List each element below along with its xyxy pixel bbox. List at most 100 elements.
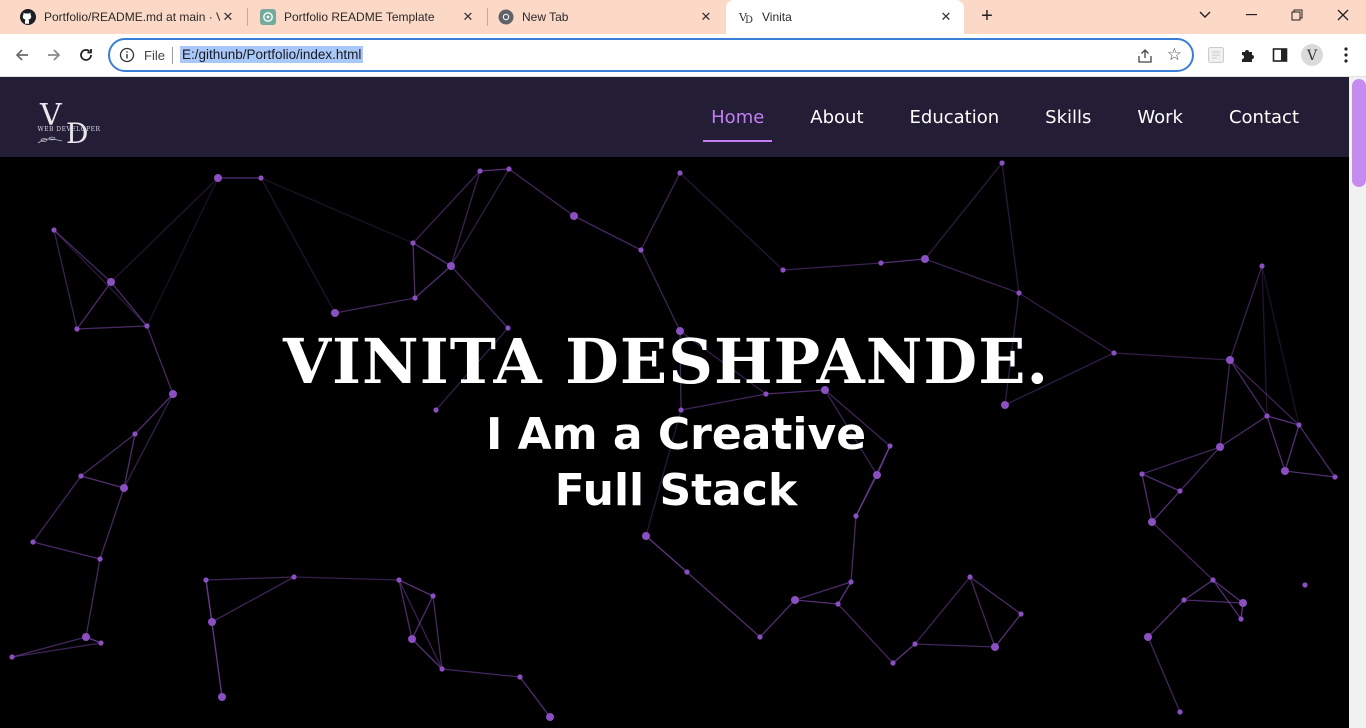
network-line — [759, 599, 796, 638]
scrollbar[interactable] — [1349, 77, 1366, 728]
network-line — [924, 258, 1020, 294]
network-node — [677, 170, 683, 176]
network-node — [430, 593, 436, 599]
network-line — [76, 281, 112, 330]
network-node — [780, 267, 786, 273]
network-line — [205, 579, 213, 623]
close-icon[interactable]: ✕ — [460, 9, 476, 25]
svg-text:V: V — [1306, 48, 1318, 64]
network-node — [439, 666, 445, 672]
network-line — [411, 595, 434, 640]
network-node — [967, 574, 973, 580]
network-line — [837, 603, 894, 664]
network-node — [51, 227, 57, 233]
network-line — [110, 177, 219, 283]
site-navbar: V D WEB DEVELOPER Home About Education S… — [0, 77, 1349, 157]
network-line — [412, 242, 452, 267]
puzzle-icon[interactable] — [1236, 43, 1260, 67]
browser-toolbar: File E:/githunb/Portfolio/index.html ☆ V — [0, 34, 1366, 77]
network-line — [53, 229, 148, 327]
network-line — [334, 297, 416, 314]
network-line — [782, 262, 882, 271]
scheme-label: File — [144, 48, 165, 63]
tab-title: Vinita — [762, 10, 792, 24]
menu-kebab-icon[interactable] — [1334, 43, 1358, 67]
tab-title: New Tab — [522, 10, 569, 24]
network-line — [398, 579, 443, 670]
network-node — [999, 160, 1005, 166]
network-node — [638, 247, 644, 253]
bookmark-star-icon[interactable]: ☆ — [1167, 45, 1182, 65]
network-line — [880, 258, 926, 264]
profile-avatar[interactable]: V — [1300, 43, 1324, 67]
network-line — [640, 249, 681, 332]
network-node — [98, 640, 104, 646]
close-icon[interactable]: ✕ — [698, 9, 714, 25]
hero-section: VINITA DESHPANDE. I Am a Creative Full S… — [0, 157, 1349, 728]
nav-work[interactable]: Work — [1129, 101, 1191, 134]
network-line — [211, 576, 295, 623]
back-button[interactable] — [8, 41, 36, 69]
reload-button[interactable] — [72, 41, 100, 69]
tab-readme-template[interactable]: Portfolio README Template ✕ — [240, 0, 486, 34]
tab-search-icon[interactable] — [1182, 0, 1228, 30]
hero-tagline-line-1: I Am a Creative — [485, 409, 867, 460]
url-text[interactable]: E:/githunb/Portfolio/index.html — [180, 46, 364, 63]
info-icon[interactable] — [119, 47, 135, 63]
github-icon — [20, 9, 36, 25]
network-node — [570, 212, 578, 220]
restore-button[interactable] — [1274, 0, 1320, 30]
address-bar[interactable]: File E:/githunb/Portfolio/index.html ☆ — [108, 38, 1194, 72]
network-line — [1212, 579, 1242, 620]
tab-new-tab[interactable]: New Tab ✕ — [478, 0, 724, 34]
hero-tagline-line-2: Full Stack — [554, 465, 798, 516]
network-node — [258, 175, 264, 181]
network-node — [214, 174, 222, 182]
tab-github-readme[interactable]: Portfolio/README.md at main · V ✕ — [0, 0, 246, 34]
nav-home[interactable]: Home — [703, 101, 773, 142]
network-node — [991, 643, 999, 651]
network-node — [1239, 599, 1247, 607]
side-panel-icon[interactable] — [1268, 43, 1292, 67]
network-node — [97, 556, 103, 562]
chatgpt-icon — [260, 9, 276, 25]
network-line — [1147, 599, 1185, 638]
network-line — [679, 172, 784, 271]
network-line — [53, 229, 78, 330]
network-line — [892, 643, 916, 664]
network-line — [412, 242, 416, 299]
scrollbar-thumb[interactable] — [1352, 79, 1366, 187]
close-window-button[interactable] — [1320, 0, 1366, 30]
network-line — [1183, 579, 1214, 601]
nav-contact[interactable]: Contact — [1221, 101, 1307, 134]
network-line — [450, 170, 481, 267]
tab-title: Portfolio/README.md at main · V — [44, 10, 220, 24]
network-node — [791, 596, 799, 604]
close-icon[interactable]: ✕ — [938, 9, 954, 25]
network-line — [969, 576, 1022, 615]
nav-education[interactable]: Education — [902, 101, 1008, 134]
forward-button[interactable] — [40, 41, 68, 69]
network-node — [835, 601, 841, 607]
network-line — [432, 595, 443, 670]
network-line — [441, 668, 521, 678]
network-line — [32, 541, 101, 560]
network-line — [1183, 599, 1244, 604]
network-node — [1259, 263, 1265, 269]
network-line — [924, 162, 1003, 260]
nav-about[interactable]: About — [802, 101, 871, 134]
network-node — [412, 295, 418, 301]
close-icon[interactable]: ✕ — [220, 9, 236, 25]
network-node — [1144, 633, 1152, 641]
minimize-button[interactable] — [1228, 0, 1274, 30]
network-node — [203, 577, 209, 583]
network-node — [684, 569, 690, 575]
tab-vinita[interactable]: VD Vinita ✕ — [726, 0, 964, 34]
network-line — [969, 576, 996, 648]
site-logo[interactable]: V D WEB DEVELOPER — [36, 93, 102, 150]
new-tab-button[interactable]: + — [977, 6, 997, 27]
network-line — [412, 170, 481, 244]
extension-icon[interactable] — [1204, 43, 1228, 67]
share-icon[interactable] — [1136, 47, 1154, 65]
nav-skills[interactable]: Skills — [1037, 101, 1099, 134]
